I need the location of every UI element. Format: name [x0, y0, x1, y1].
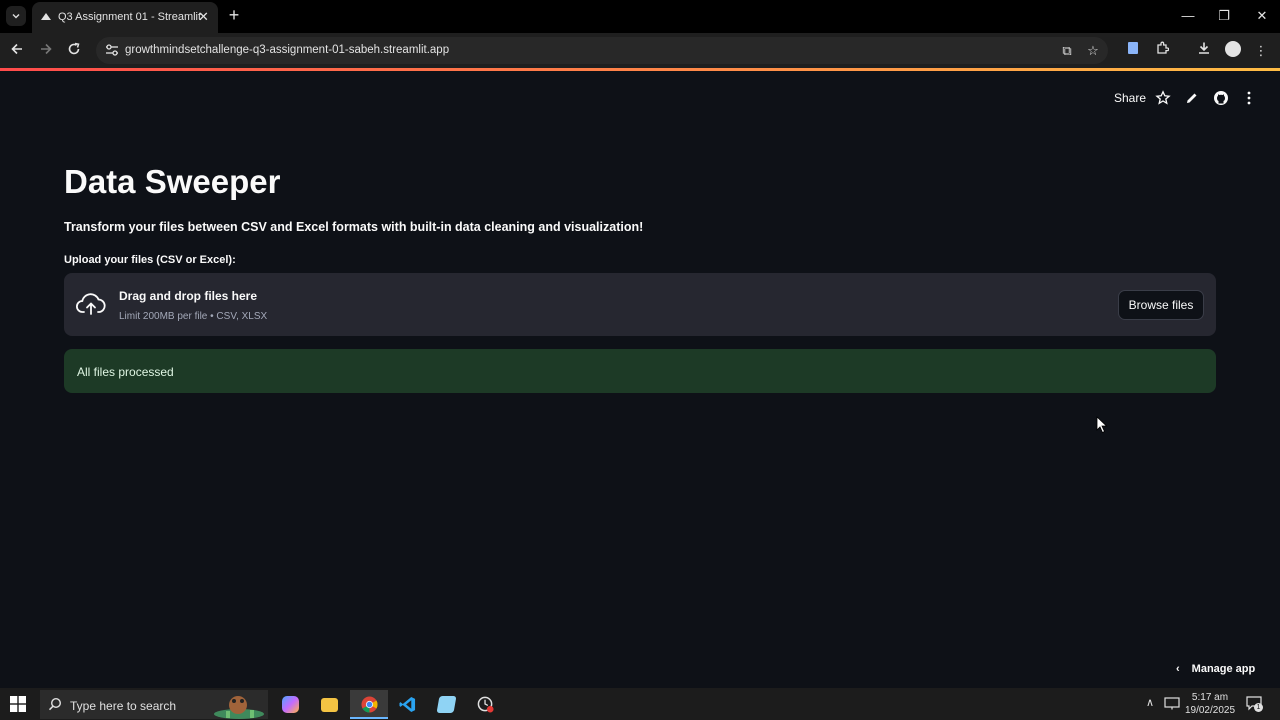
profile-avatar[interactable]: [1223, 41, 1243, 61]
copilot-icon: [282, 696, 299, 713]
taskbar-vscode[interactable]: [388, 690, 426, 719]
url-text: growthmindsetchallenge-q3-assignment-01-…: [125, 44, 450, 56]
clock-app-icon: [477, 696, 494, 713]
taskbar-search-box[interactable]: Type here to search: [40, 690, 268, 719]
clock-date: 19/02/2025: [1184, 705, 1236, 716]
windows-start-icon[interactable]: [10, 696, 26, 712]
manage-app-button[interactable]: ‹ Manage app: [1176, 663, 1255, 675]
success-alert: All files processed: [64, 349, 1216, 393]
search-highlight-art-icon: [214, 696, 264, 719]
extensions-puzzle-icon[interactable]: [1152, 41, 1172, 61]
back-button[interactable]: [6, 40, 28, 62]
tab-close-icon[interactable]: ✕: [198, 9, 209, 25]
reload-icon: [68, 42, 80, 55]
browser-toolbar: growthmindsetchallenge-q3-assignment-01-…: [0, 33, 1280, 68]
show-hidden-icons-chevron-icon[interactable]: ∧: [1146, 696, 1154, 709]
restore-icon[interactable]: ❐: [1212, 6, 1236, 26]
taskbar-clock-app[interactable]: [466, 690, 504, 719]
loading-progress-bar: [0, 68, 1280, 71]
file-uploader-label: Upload your files (CSV or Excel):: [64, 254, 236, 266]
chevron-down-icon: [12, 14, 20, 19]
clock-time: 5:17 am: [1191, 692, 1229, 703]
notepad-icon: [436, 696, 457, 713]
star-icon[interactable]: [1155, 90, 1171, 106]
extension-tab-icon[interactable]: [1123, 41, 1143, 61]
site-settings-icon[interactable]: [104, 42, 120, 58]
taskbar-file-explorer[interactable]: [310, 690, 348, 719]
dropzone-instruction: Drag and drop files here: [119, 289, 258, 303]
address-bar[interactable]: growthmindsetchallenge-q3-assignment-01-…: [96, 37, 1108, 64]
arrow-left-icon: [11, 43, 22, 55]
browse-files-button[interactable]: Browse files: [1118, 290, 1204, 320]
install-app-icon[interactable]: ⧉: [1058, 42, 1076, 60]
edit-pencil-icon[interactable]: [1184, 90, 1200, 106]
forward-button[interactable]: [35, 40, 57, 62]
taskbar-chrome[interactable]: [350, 690, 388, 719]
taskbar-clock[interactable]: 5:17 am 19/02/2025: [1184, 691, 1236, 717]
manage-app-label: Manage app: [1191, 663, 1256, 675]
chrome-icon: [361, 696, 378, 713]
success-message: All files processed: [77, 365, 174, 379]
notifications-button[interactable]: 1: [1246, 696, 1263, 712]
taskbar-notepad[interactable]: [427, 690, 465, 719]
tab-title: Q3 Assignment 01 - Streamlit: [58, 11, 202, 23]
notification-count-badge: 1: [1254, 703, 1263, 712]
bookmark-star-icon[interactable]: ☆: [1084, 42, 1102, 60]
taskbar-copilot[interactable]: [271, 690, 309, 719]
browser-menu-icon[interactable]: ⋮: [1251, 41, 1271, 61]
main-menu-icon[interactable]: [1241, 90, 1257, 106]
browser-tab-strip: Q3 Assignment 01 - Streamlit ✕ + — ❐ ✕: [0, 0, 1280, 33]
streamlit-favicon-icon: [41, 13, 51, 20]
dropzone-limit-text: Limit 200MB per file • CSV, XLSX: [119, 311, 268, 322]
folder-icon: [321, 698, 338, 712]
vscode-icon: [399, 696, 416, 713]
file-dropzone[interactable]: Drag and drop files here Limit 200MB per…: [64, 273, 1216, 336]
github-icon[interactable]: [1213, 90, 1229, 106]
search-icon: [48, 697, 62, 711]
search-placeholder: Type here to search: [70, 699, 177, 713]
cloud-upload-icon: [76, 293, 106, 315]
minimize-icon[interactable]: —: [1176, 6, 1200, 26]
window-close-icon[interactable]: ✕: [1250, 6, 1274, 26]
download-icon[interactable]: [1194, 41, 1214, 61]
arrow-right-icon: [41, 43, 52, 55]
reload-button[interactable]: [63, 40, 85, 62]
mouse-cursor-icon: [1096, 416, 1108, 434]
browser-tab[interactable]: Q3 Assignment 01 - Streamlit ✕: [32, 2, 218, 33]
page-subtitle: Transform your files between CSV and Exc…: [64, 220, 644, 234]
page-title: Data Sweeper: [64, 163, 281, 200]
windows-taskbar: Type here to search ∧ 5:17 am 19/02/2025…: [0, 688, 1280, 720]
network-icon[interactable]: [1164, 697, 1180, 710]
share-button[interactable]: Share: [1114, 91, 1146, 105]
chevron-left-icon: ‹: [1176, 663, 1180, 675]
tab-search-button[interactable]: [6, 6, 26, 26]
new-tab-button[interactable]: +: [225, 5, 243, 25]
